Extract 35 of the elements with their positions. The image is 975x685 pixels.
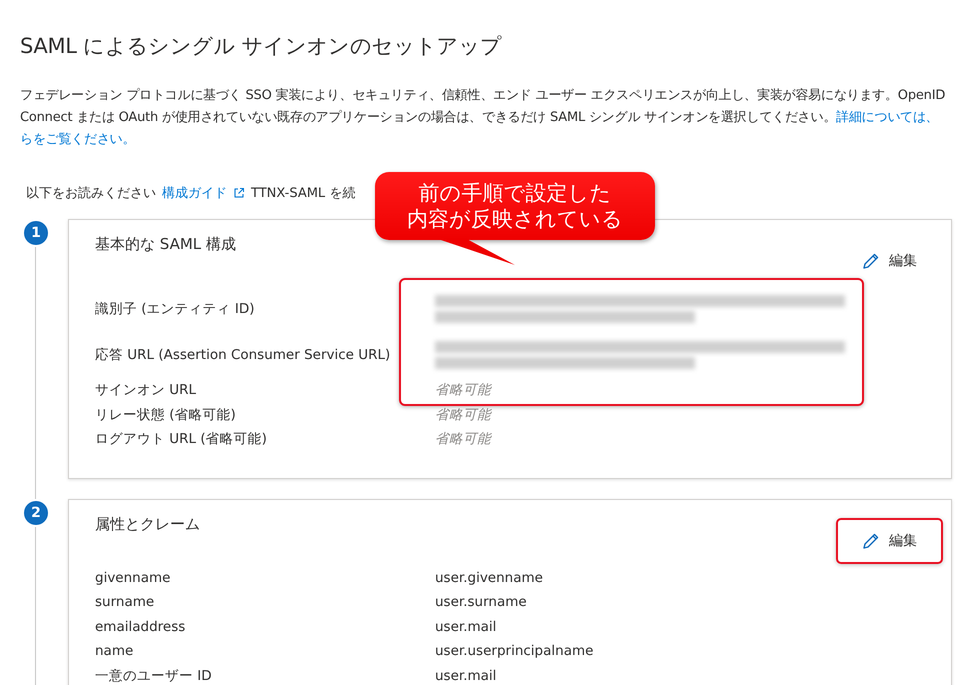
field-label: 応答 URL (Assertion Consumer Service URL) [95, 346, 392, 365]
guide-link[interactable]: 構成ガイド [162, 184, 227, 202]
optional-value: 省略可能 [435, 406, 493, 424]
guide-label: 以下をお読みください [26, 185, 156, 202]
details-link[interactable]: 詳細については、 [836, 110, 938, 125]
pencil-icon [862, 252, 880, 270]
field-label: name [95, 642, 134, 661]
guide-text: TTNX-SAML を続 [251, 185, 356, 202]
page-title: SAML によるシングル サインオンのセットアップ [20, 33, 503, 60]
external-link-icon [233, 187, 245, 199]
step-number: 1 [24, 221, 48, 245]
field-label: リレー状態 (省略可能) [95, 406, 237, 424]
details-link[interactable]: らをご覧ください。 [20, 132, 136, 147]
field-value: user.mail [435, 666, 498, 685]
optional-value: 省略可能 [435, 430, 493, 449]
field-value: user.givenname [435, 568, 544, 588]
description-paragraph: フェデレーション プロトコルに基づく SSO 実装により、セキュリティ、信頼性、エンド ユーザー エクスペリエンスが向上し、実装が容易になります。OpenID Connect または OAuth が使用されていない既存のアプリケーションの場合は、できるだけ SAML シングル サインオンを選択してください。詳細については、 らをご覧ください。 [20, 87, 946, 149]
optional-value: 省略可能 [435, 381, 493, 400]
edit-button[interactable]: 編集 [836, 238, 943, 284]
field-value: user.surname [435, 593, 528, 612]
field-label: サインオン URL [95, 381, 198, 400]
edit-button[interactable]: 編集 [836, 518, 943, 564]
field-label: 一意のユーザー ID [95, 666, 213, 685]
field-label: emailaddress [95, 618, 186, 636]
field-value: user.userprincipalname [435, 642, 594, 661]
field-value: user.mail [435, 618, 498, 636]
field-label: 識別子 (エンティティ ID) [95, 300, 256, 319]
step-number: 2 [24, 500, 48, 524]
pencil-icon [862, 532, 880, 550]
field-label: surname [95, 593, 156, 612]
callout-bubble: 前の手順で設定した 内容が反映されている [375, 172, 655, 240]
card-title: 基本的な SAML 構成 [95, 235, 236, 254]
field-label: givenname [95, 568, 172, 588]
card-title: 属性とクレーム [95, 514, 200, 534]
field-label: ログアウト URL (省略可能) [95, 430, 268, 449]
